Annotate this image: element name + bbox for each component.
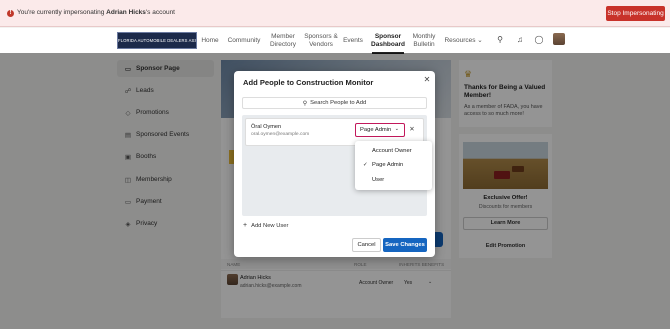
search-people-button[interactable]: ⚲ Search People to Add (242, 97, 427, 109)
impersonation-text: You're currently impersonating Adrian Hi… (17, 9, 175, 16)
chat-icon[interactable]: ◯ (534, 35, 544, 45)
plus-icon: + (243, 222, 248, 229)
nav-events[interactable]: Events (341, 28, 365, 53)
search-icon: ⚲ (302, 100, 308, 107)
save-changes-button[interactable]: Save Changes (383, 238, 427, 252)
cancel-button[interactable]: Cancel (352, 238, 381, 252)
nav-member-directory[interactable]: Member Directory (266, 28, 300, 53)
check-icon: ✓ (363, 162, 368, 168)
nav-monthly-bulletin[interactable]: Monthly Bulletin (409, 28, 439, 53)
nav-home[interactable]: Home (198, 28, 222, 53)
role-select[interactable]: Page Admin ⌄ (355, 123, 405, 137)
nav-resources[interactable]: Resources (443, 28, 477, 53)
nav-community[interactable]: Community (225, 28, 263, 53)
avatar[interactable] (553, 33, 565, 45)
add-new-user-button[interactable]: + Add New User (243, 222, 288, 229)
person-name: Öral Oymen (251, 124, 282, 130)
bell-icon[interactable]: ♫ (515, 35, 525, 45)
modal-title: Add People to Construction Monitor (243, 78, 374, 87)
person-email: oral.oymen@example.com (251, 132, 310, 137)
role-option-page-admin[interactable]: Page Admin (372, 162, 403, 168)
alert-icon: ! (7, 10, 14, 17)
chevron-down-icon: ⌄ (394, 126, 399, 132)
chevron-down-icon[interactable]: ⌄ (476, 28, 484, 53)
close-icon[interactable]: ✕ (422, 75, 432, 85)
nav-sponsor-dashboard[interactable]: Sponsor Dashboard (369, 28, 407, 53)
role-option-user[interactable]: User (372, 177, 384, 183)
remove-person-icon[interactable]: ✕ (408, 126, 416, 134)
nav-sponsors-vendors[interactable]: Sponsors & Vendors (303, 28, 339, 53)
stop-impersonating-button[interactable]: Stop Impersonating (606, 6, 665, 21)
role-option-account-owner[interactable]: Account Owner (372, 148, 412, 154)
logo[interactable]: FLORIDA AUTOMOBILE DEALERS ASSOCIATION (117, 32, 197, 49)
search-icon[interactable]: ⚲ (495, 35, 505, 45)
